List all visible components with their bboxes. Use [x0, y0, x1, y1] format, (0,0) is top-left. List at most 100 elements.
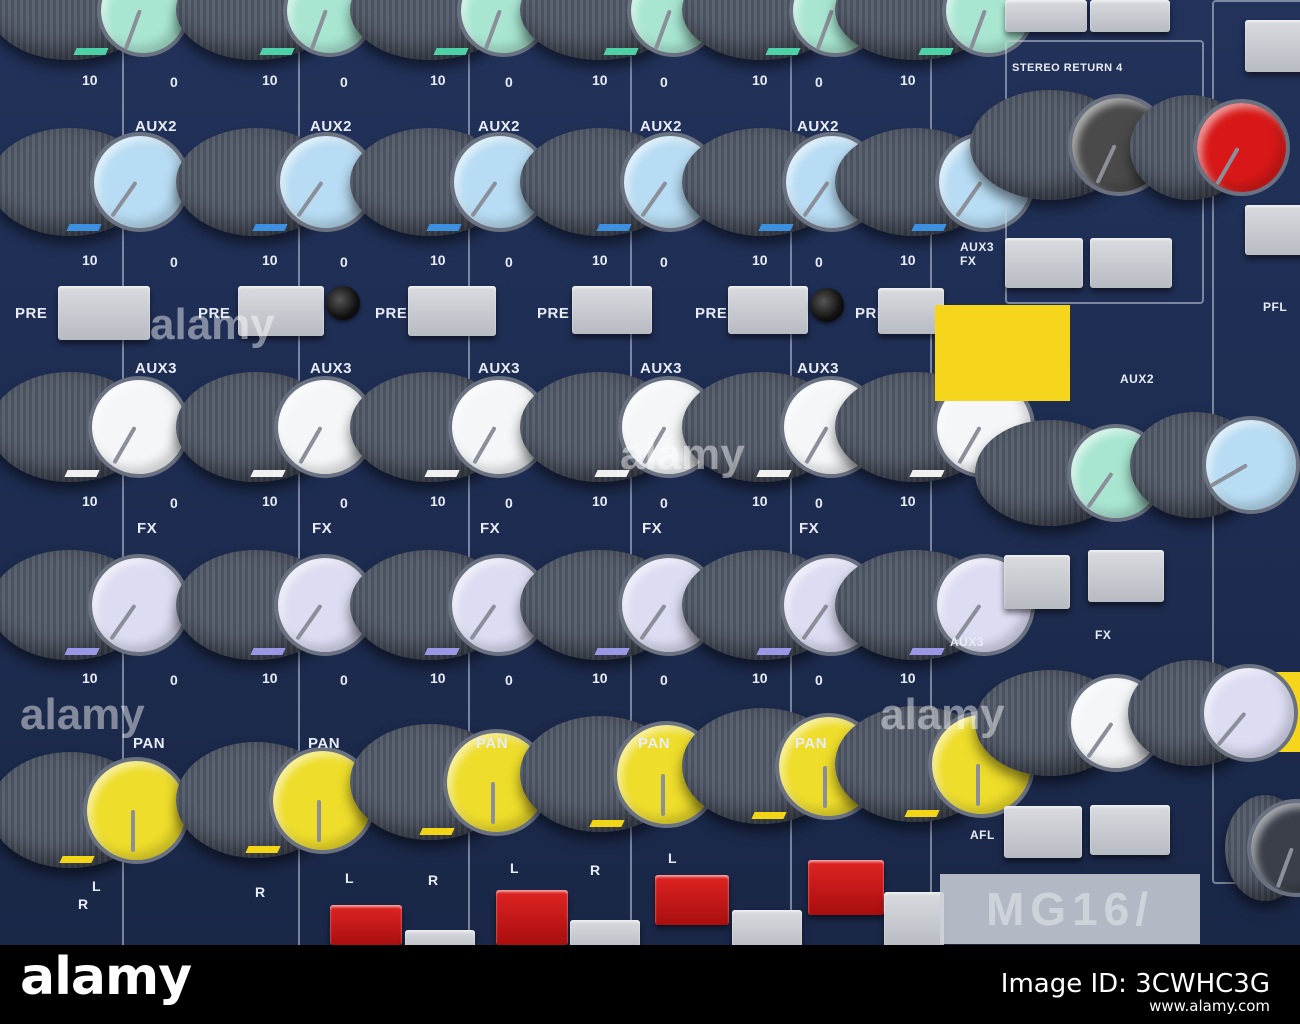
mute-button[interactable]: [808, 860, 884, 915]
scale-max-label: 10: [752, 493, 768, 509]
master-button[interactable]: [1005, 0, 1087, 32]
scale-min-label: 0: [505, 254, 513, 270]
pan-label: PAN: [308, 735, 341, 752]
pre-button[interactable]: [572, 286, 652, 334]
pan-label: PAN: [476, 735, 509, 752]
master-button[interactable]: [1004, 555, 1070, 609]
scale-min-label: 0: [815, 672, 823, 688]
footer-url: www.alamy.com: [1149, 997, 1270, 1015]
aux1-knob[interactable]: [176, 0, 376, 60]
aux3-fx-label: AUX3 FX: [960, 240, 995, 268]
select-button[interactable]: [884, 892, 944, 945]
aux3-knob[interactable]: [0, 372, 190, 482]
knob-pointer-tab: [594, 470, 630, 477]
knob-pointer-tab: [594, 648, 630, 655]
pre-label: PRE: [537, 305, 570, 322]
aux2-knob[interactable]: [176, 128, 376, 236]
master-button[interactable]: [1245, 205, 1300, 255]
knob-pointer-tab: [758, 224, 794, 231]
fx-label: FX: [799, 520, 820, 537]
scale-min-label: 0: [170, 74, 178, 90]
master-button[interactable]: [1004, 806, 1082, 858]
select-button[interactable]: [570, 920, 640, 945]
scale-min-label: 0: [815, 74, 823, 90]
scale-max-label: 10: [592, 493, 608, 509]
scale-min-label: 0: [660, 74, 668, 90]
aux2-label: AUX2: [797, 118, 840, 135]
scale-min-label: 0: [170, 254, 178, 270]
scale-max-label: 10: [82, 493, 98, 509]
pan-right-label: R: [78, 896, 89, 912]
knob-pointer-tab: [66, 224, 102, 231]
pre-button[interactable]: [58, 286, 150, 340]
knob-cap: [88, 376, 190, 478]
aux1-knob[interactable]: [0, 0, 190, 60]
scale-min-label: 0: [660, 254, 668, 270]
stereo-return-balance-knob[interactable]: [1130, 95, 1290, 200]
pan-right-label: R: [590, 862, 601, 878]
knob-pointer-tab: [252, 224, 288, 231]
knob-pointer-tab: [433, 48, 469, 55]
knob-indicator-line: [490, 782, 495, 824]
master-button[interactable]: [1005, 238, 1083, 288]
warning-sticker: [935, 305, 1070, 401]
pre-label: PRE: [375, 305, 408, 322]
panel-screw: [326, 286, 360, 320]
mute-button[interactable]: [330, 905, 402, 945]
mute-button[interactable]: [655, 875, 729, 925]
aux3-master-label: AUX3: [950, 635, 985, 649]
knob-pointer-tab: [909, 470, 945, 477]
pan-label: PAN: [795, 735, 828, 752]
pre-button[interactable]: [238, 286, 324, 336]
master-fx-knob[interactable]: [1128, 660, 1298, 766]
knob-pointer-tab: [250, 648, 286, 655]
scale-min-label: 0: [660, 672, 668, 688]
scale-max-label: 10: [900, 72, 916, 88]
scale-min-label: 0: [340, 74, 348, 90]
knob-pointer-tab: [904, 810, 940, 817]
knob-cap: [90, 132, 190, 232]
scale-max-label: 10: [592, 72, 608, 88]
knob-pointer-tab: [64, 470, 100, 477]
scale-max-label: 10: [752, 670, 768, 686]
pan-knob[interactable]: [176, 742, 376, 858]
master-button[interactable]: [1088, 550, 1164, 602]
scale-max-label: 10: [82, 252, 98, 268]
master-level-knob[interactable]: [1225, 795, 1300, 901]
aux3-label: AUX3: [797, 360, 840, 377]
master-aux2-knob[interactable]: [1130, 412, 1300, 518]
fx-knob[interactable]: [176, 550, 376, 660]
pre-button[interactable]: [728, 286, 808, 334]
aux2-knob[interactable]: [0, 128, 190, 236]
knob-pointer-tab: [419, 828, 455, 835]
scale-max-label: 10: [900, 670, 916, 686]
alamy-logo: alamy: [20, 947, 192, 1007]
pan-right-label: R: [255, 884, 266, 900]
aux3-knob[interactable]: [176, 372, 376, 482]
master-button[interactable]: [1090, 805, 1170, 855]
select-button[interactable]: [732, 910, 802, 945]
aux2-label: AUX2: [310, 118, 353, 135]
scale-min-label: 0: [505, 74, 513, 90]
master-button[interactable]: [1090, 238, 1172, 288]
pre-button[interactable]: [408, 286, 496, 336]
scale-max-label: 10: [752, 252, 768, 268]
pan-left-label: L: [92, 878, 101, 894]
pfl-label: PFL: [1263, 300, 1288, 314]
knob-cap: [1202, 416, 1300, 514]
master-button[interactable]: [1245, 20, 1300, 72]
master-button[interactable]: [1090, 0, 1170, 32]
scale-min-label: 0: [340, 672, 348, 688]
fx-knob[interactable]: [0, 550, 190, 660]
pan-right-label: R: [428, 872, 439, 888]
knob-pointer-tab: [603, 48, 639, 55]
scale-min-label: 0: [815, 495, 823, 511]
aux3-label: AUX3: [310, 360, 353, 377]
knob-pointer-tab: [73, 48, 109, 55]
pan-knob[interactable]: [0, 752, 190, 868]
scale-max-label: 10: [262, 493, 278, 509]
mute-button[interactable]: [496, 890, 568, 945]
knob-pointer-tab: [245, 846, 281, 853]
select-button[interactable]: [405, 930, 475, 945]
pre-label: PRE: [695, 305, 728, 322]
